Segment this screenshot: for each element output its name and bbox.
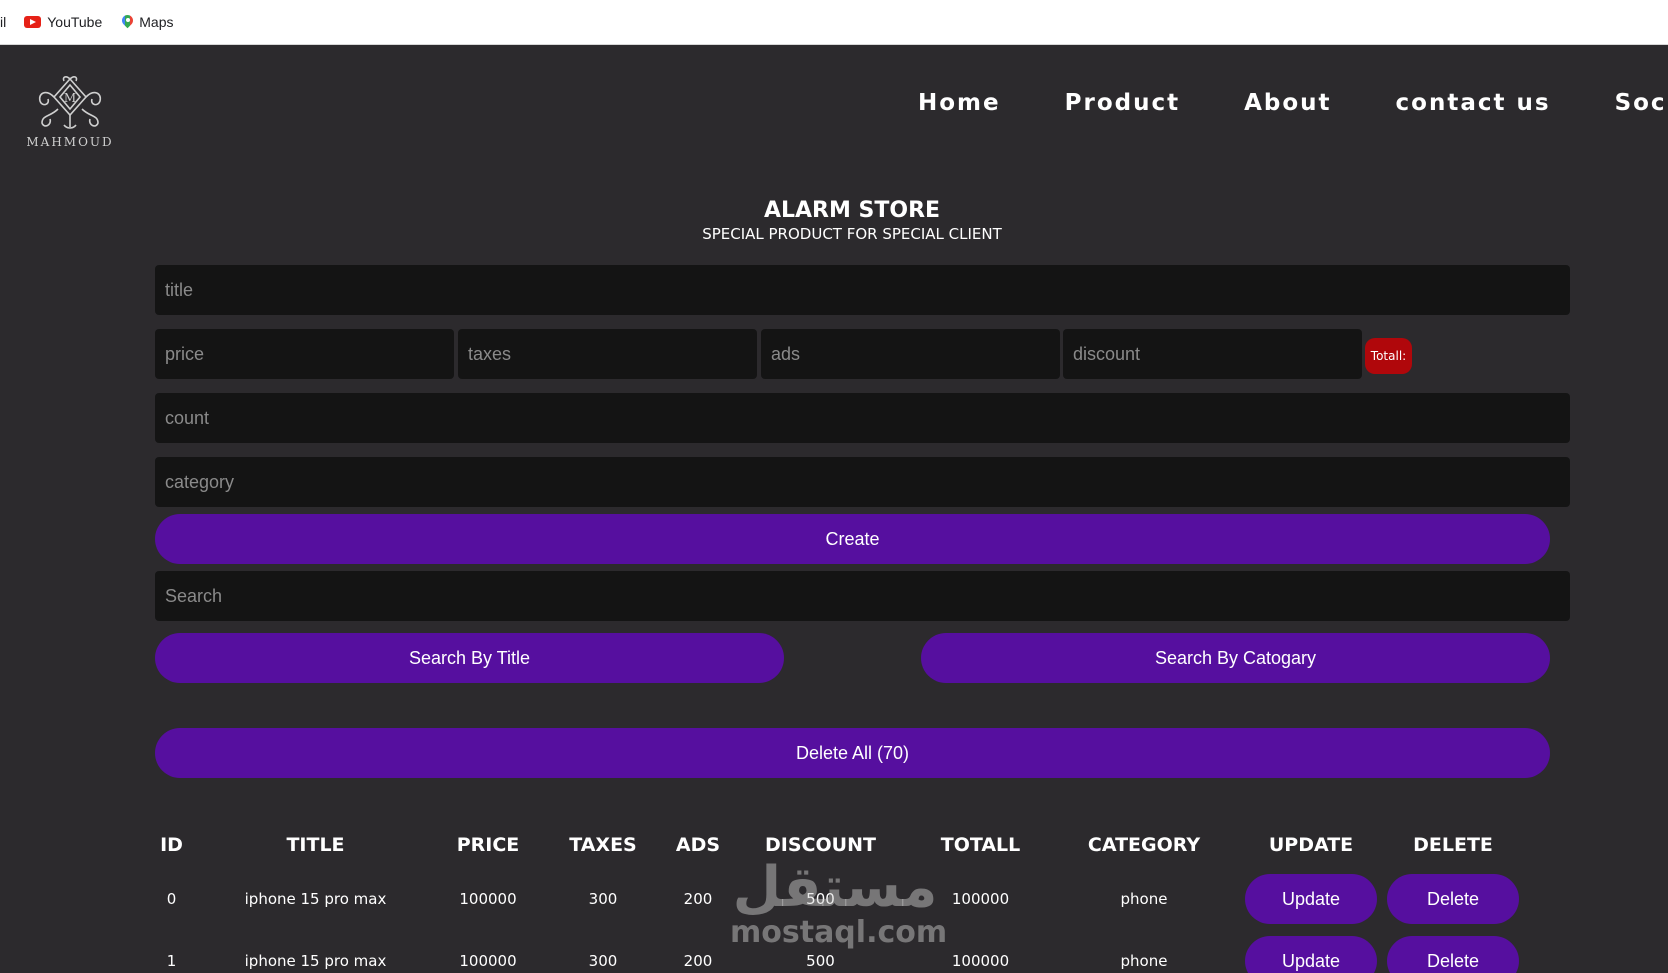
- table-row: 1 iphone 15 pro max 100000 300 200 500 1…: [155, 930, 1529, 973]
- page-subtitle: SPECIAL PRODUCT FOR SPECIAL CLIENT: [702, 225, 1002, 243]
- cell-ads: 200: [683, 952, 713, 970]
- cell-total: 100000: [951, 952, 1010, 970]
- cell-price: 100000: [459, 890, 517, 908]
- cell-taxes: 300: [588, 952, 618, 970]
- column-header-taxes: TAXES: [569, 834, 637, 856]
- table-header-row: ID TITLE PRICE TAXES ADS DISCOUNT TOTALL…: [155, 822, 1529, 868]
- price-input[interactable]: [155, 329, 454, 379]
- bookmark-youtube-label: YouTube: [47, 14, 103, 30]
- column-header-update: UPDATE: [1268, 834, 1354, 856]
- products-table: ID TITLE PRICE TAXES ADS DISCOUNT TOTALL…: [155, 822, 1529, 973]
- cell-id: 0: [166, 890, 177, 908]
- discount-input[interactable]: [1063, 329, 1362, 379]
- create-button[interactable]: Create: [155, 514, 1550, 564]
- brand-name: MAHMOUD: [26, 135, 114, 149]
- column-header-id: ID: [160, 834, 183, 856]
- column-header-title: TITLE: [286, 834, 345, 856]
- title-input[interactable]: [155, 265, 1570, 315]
- nav-product[interactable]: Product: [1065, 90, 1180, 116]
- cell-title: iphone 15 pro max: [244, 890, 387, 908]
- search-input[interactable]: [155, 571, 1570, 621]
- cell-category: phone: [1120, 890, 1168, 908]
- delete-all-button[interactable]: Delete All (70): [155, 728, 1550, 778]
- taxes-input[interactable]: [458, 329, 757, 379]
- nav-social[interactable]: Social: [1615, 90, 1668, 116]
- bookmarks-bar: il YouTube Maps: [0, 0, 1668, 45]
- brand-logo[interactable]: M MAHMOUD: [20, 75, 120, 149]
- delete-button[interactable]: Delete: [1387, 874, 1519, 924]
- cell-ads: 200: [683, 890, 713, 908]
- total-badge: Totall:: [1365, 338, 1412, 374]
- search-by-category-button[interactable]: Search By Catogary: [921, 633, 1550, 683]
- bookmark-cut-label: il: [0, 14, 7, 30]
- category-input[interactable]: [155, 457, 1570, 507]
- cell-category: phone: [1120, 952, 1168, 970]
- youtube-icon: [24, 16, 42, 28]
- cell-title: iphone 15 pro max: [244, 952, 387, 970]
- bookmark-youtube[interactable]: YouTube: [24, 14, 102, 30]
- bookmark-cut-off[interactable]: il: [0, 14, 6, 30]
- cell-discount: 500: [806, 890, 835, 908]
- main-nav: Home Product About contact us Social: [918, 90, 1668, 116]
- search-by-title-button[interactable]: Search By Title: [155, 633, 784, 683]
- bookmark-maps-label: Maps: [139, 14, 174, 30]
- update-button[interactable]: Update: [1245, 874, 1377, 924]
- ads-input[interactable]: [761, 329, 1060, 379]
- column-header-ads: ADS: [675, 834, 721, 856]
- column-header-price: PRICE: [456, 834, 520, 856]
- delete-button[interactable]: Delete: [1387, 936, 1519, 973]
- column-header-total: TOTALL: [940, 834, 1021, 856]
- maps-pin-icon: [122, 15, 133, 30]
- update-button[interactable]: Update: [1245, 936, 1377, 973]
- page-title: ALARM STORE: [763, 198, 941, 223]
- cell-discount: 500: [806, 952, 835, 970]
- cell-delete: Delete: [1377, 868, 1529, 930]
- cell-update: Update: [1245, 868, 1377, 930]
- cell-price: 100000: [459, 952, 517, 970]
- column-header-category: CATEGORY: [1087, 834, 1201, 856]
- cell-taxes: 300: [588, 890, 618, 908]
- ornament-logo-icon: M: [38, 76, 102, 129]
- cell-delete: Delete: [1377, 930, 1529, 973]
- nav-about[interactable]: About: [1244, 90, 1331, 116]
- bookmark-maps[interactable]: Maps: [122, 14, 173, 30]
- nav-contact-us[interactable]: contact us: [1396, 90, 1551, 116]
- cell-total: 100000: [951, 890, 1010, 908]
- logo-monogram: M: [64, 91, 76, 105]
- nav-home[interactable]: Home: [918, 90, 1001, 116]
- column-header-discount: DISCOUNT: [765, 834, 876, 856]
- cell-id: 1: [166, 952, 177, 970]
- cell-update: Update: [1245, 930, 1377, 973]
- column-header-delete: DELETE: [1413, 834, 1493, 856]
- count-input[interactable]: [155, 393, 1570, 443]
- table-row: 0 iphone 15 pro max 100000 300 200 500 1…: [155, 868, 1529, 930]
